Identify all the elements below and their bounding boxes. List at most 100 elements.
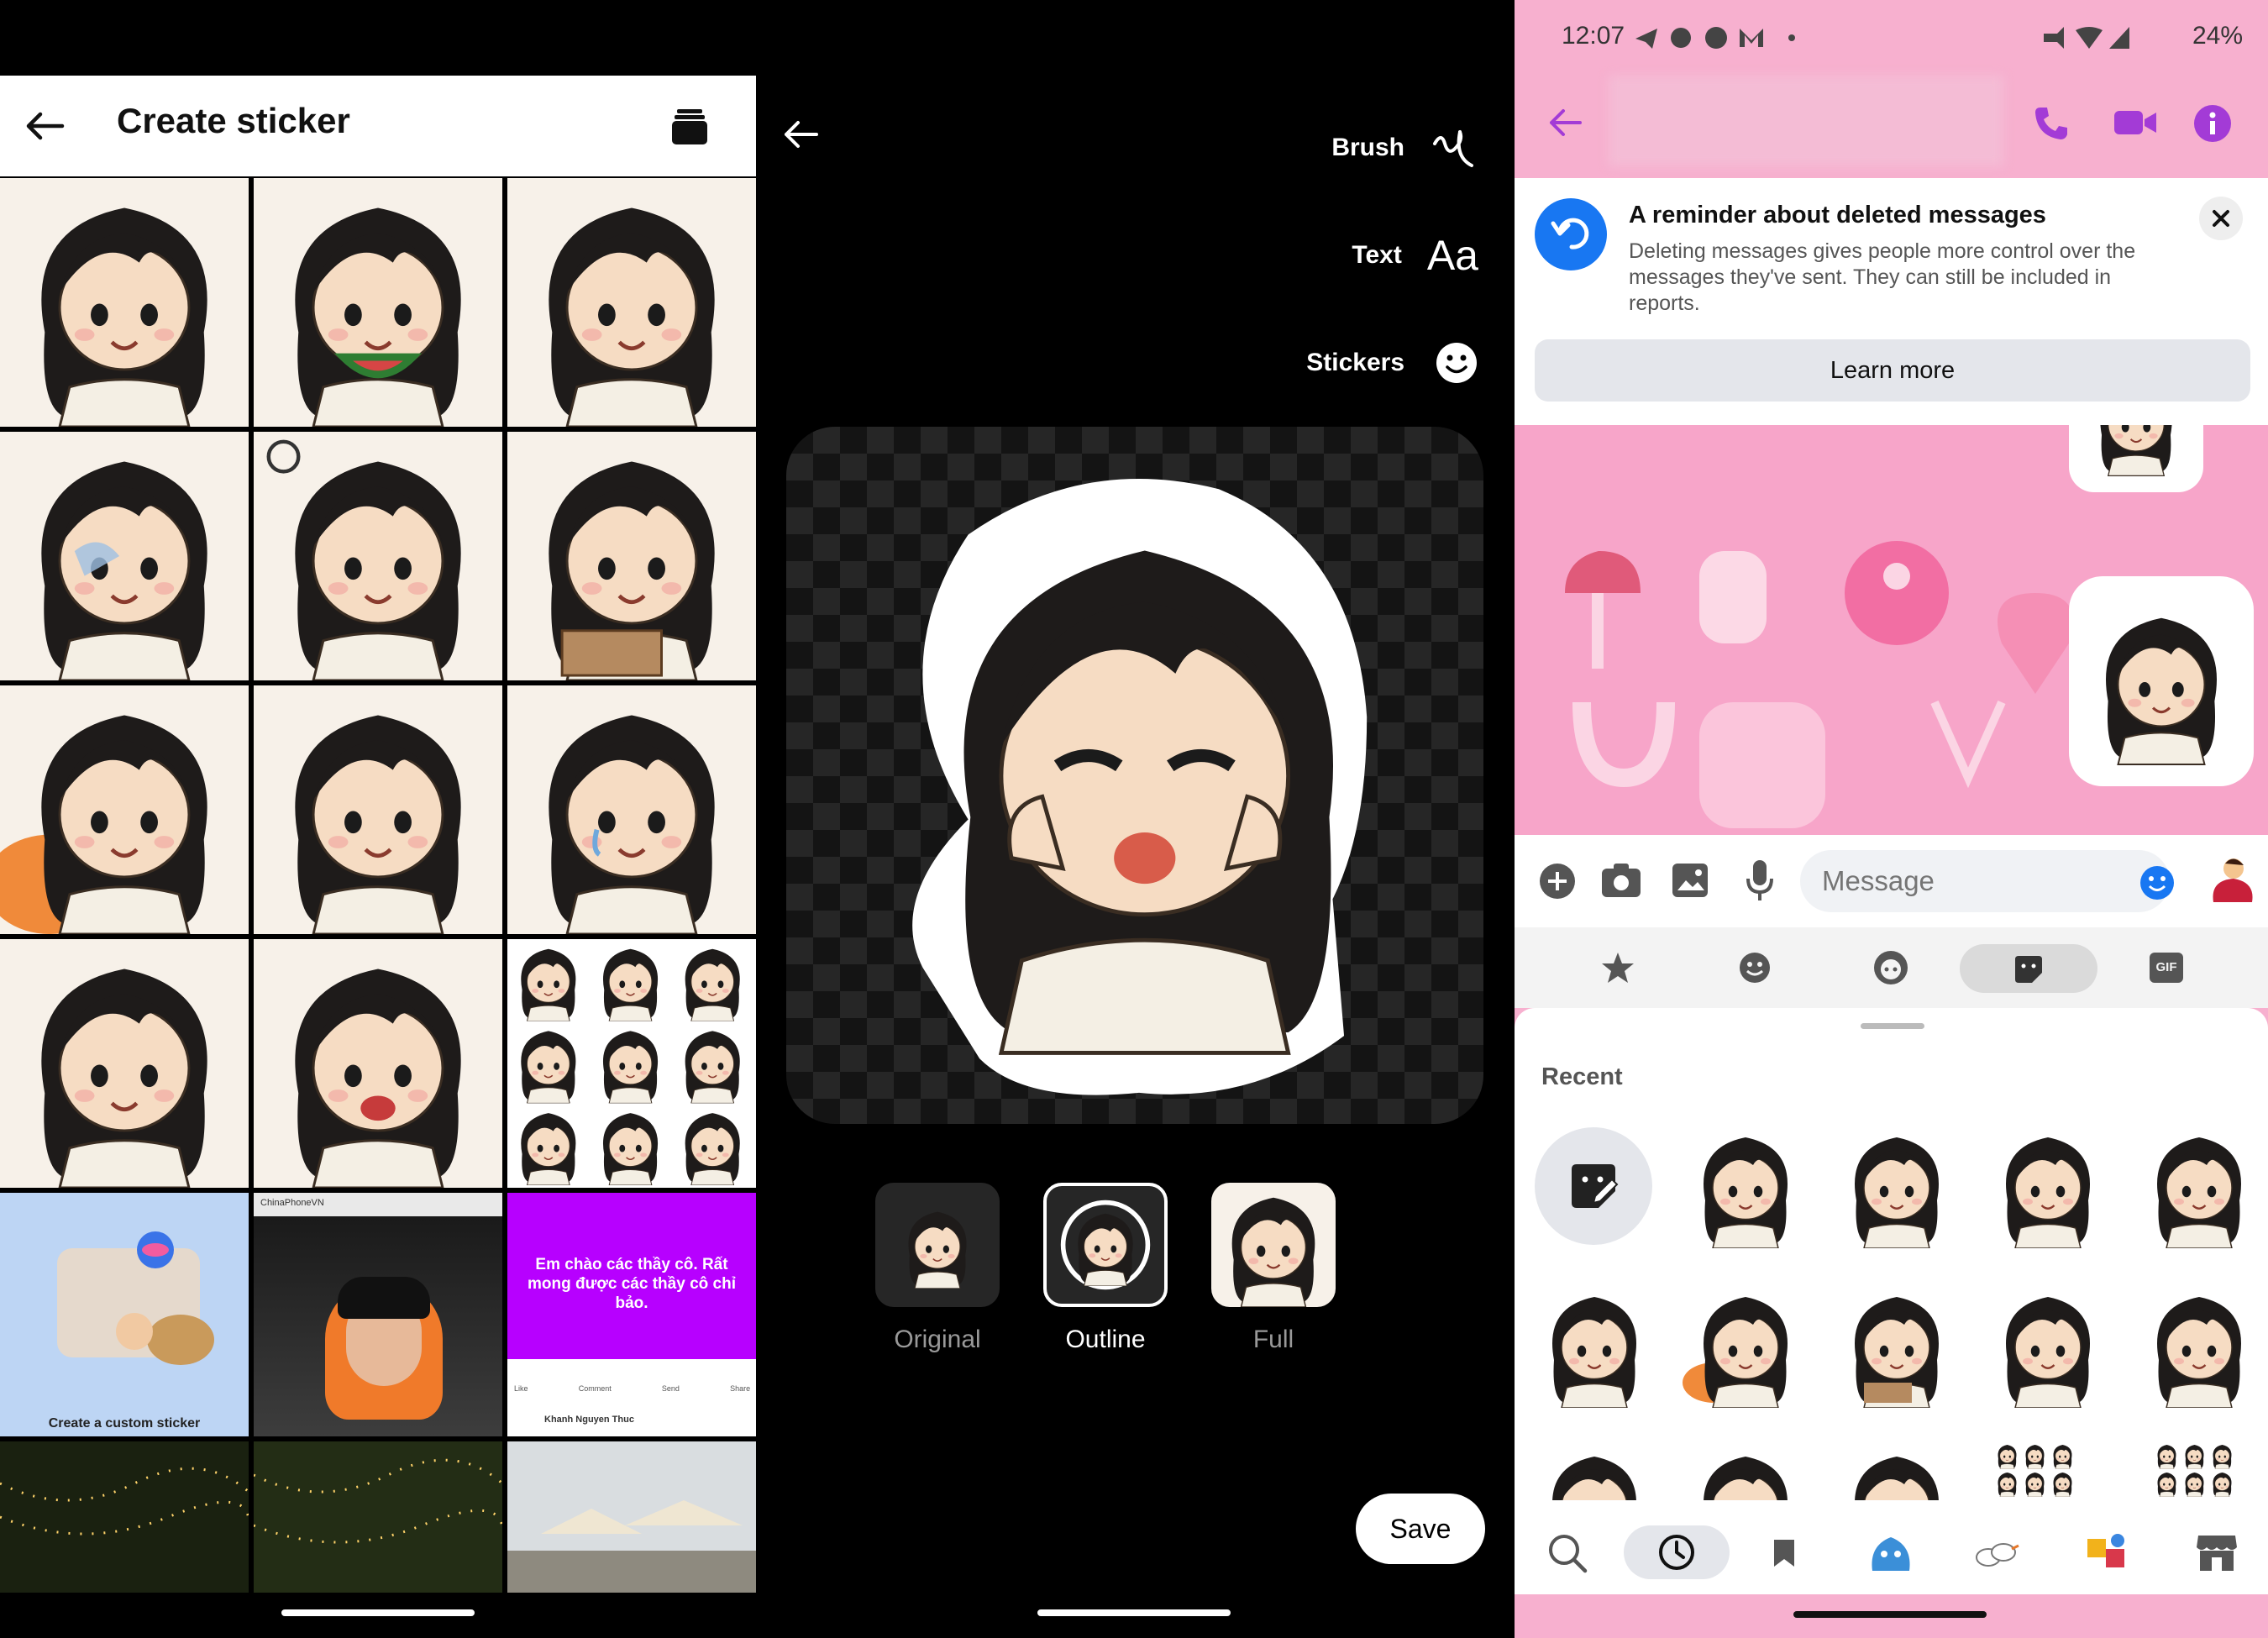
back-arrow-icon[interactable] bbox=[1546, 106, 1583, 139]
sticker-tile[interactable] bbox=[507, 685, 756, 934]
recent-sticker-sheet[interactable] bbox=[1993, 1441, 2077, 1500]
sticker-icon bbox=[2015, 956, 2042, 983]
recent-sticker[interactable] bbox=[1531, 1441, 1657, 1500]
recent-sticker[interactable] bbox=[2136, 1122, 2262, 1248]
string-lights-image bbox=[254, 1458, 502, 1544]
info-icon[interactable] bbox=[2193, 104, 2232, 143]
create-sticker-screen: Create sticker Create a custom sticker C… bbox=[0, 0, 756, 1638]
tray-tab-gif[interactable]: GIF bbox=[2150, 953, 2183, 983]
post-actions: Like Comment Send Share bbox=[514, 1384, 750, 1393]
sticker-tile[interactable] bbox=[254, 939, 502, 1188]
tray-tab-avatar-icon[interactable] bbox=[1872, 949, 1909, 986]
recent-sticker-sheet[interactable] bbox=[2153, 1441, 2237, 1500]
sticker-tray: Recent bbox=[1515, 1008, 2268, 1596]
sticker-tile[interactable] bbox=[507, 178, 756, 427]
status-bar: 12:07 24% bbox=[1515, 0, 2268, 76]
stickers-tool[interactable]: Stickers bbox=[1306, 338, 1478, 388]
string-lights-image bbox=[0, 1467, 249, 1536]
sticker-tray-bottom-nav bbox=[1515, 1512, 2268, 1594]
learn-more-button[interactable]: Learn more bbox=[1535, 339, 2250, 402]
recent-sticker[interactable] bbox=[1834, 1282, 1960, 1408]
sticker-canvas[interactable] bbox=[786, 427, 1483, 1124]
text-post-tile[interactable]: Em chào các thầy cô. Rất mong được các t… bbox=[507, 1193, 756, 1436]
recent-sticker[interactable] bbox=[1683, 1122, 1809, 1248]
option-outline[interactable] bbox=[1043, 1183, 1168, 1307]
option-full[interactable] bbox=[1211, 1183, 1336, 1307]
close-icon[interactable] bbox=[2199, 197, 2243, 240]
sticker-pack-birds-icon[interactable] bbox=[1970, 1527, 2020, 1578]
chat-background bbox=[1515, 425, 2268, 835]
photo-tile[interactable] bbox=[254, 1441, 502, 1593]
undo-icon bbox=[1535, 198, 1607, 270]
sticker-tile[interactable] bbox=[254, 685, 502, 934]
recent-tab-active[interactable] bbox=[1624, 1525, 1730, 1579]
sticker-pack-colorful-icon[interactable] bbox=[2082, 1527, 2133, 1578]
drag-handle[interactable] bbox=[1861, 1023, 1924, 1029]
photo-caption: ChinaPhoneVN bbox=[260, 1198, 324, 1208]
phone-icon[interactable] bbox=[2032, 104, 2071, 143]
post-action-like: Like bbox=[514, 1384, 528, 1393]
recent-sticker[interactable] bbox=[1985, 1122, 2111, 1248]
sticker-tile[interactable] bbox=[254, 178, 502, 427]
brush-tool[interactable]: Brush bbox=[1331, 123, 1478, 173]
recent-sticker[interactable] bbox=[1985, 1282, 2111, 1408]
brush-icon bbox=[1433, 130, 1473, 167]
reminder-body: Deleting messages gives people more cont… bbox=[1629, 239, 2136, 315]
recent-sticker[interactable] bbox=[1834, 1441, 1960, 1500]
recent-sticker[interactable] bbox=[1683, 1282, 1809, 1408]
text-tool[interactable]: Text Aa bbox=[1352, 230, 1478, 281]
sticker-tile[interactable] bbox=[507, 432, 756, 680]
sticker-tile[interactable] bbox=[0, 178, 249, 427]
sticker-stack-icon[interactable] bbox=[672, 108, 707, 144]
sticker-store-icon[interactable] bbox=[2195, 1530, 2239, 1574]
bookmark-icon[interactable] bbox=[1772, 1537, 1797, 1569]
post-text: Em chào các thầy cô. Rất mong được các t… bbox=[528, 1256, 736, 1312]
recent-sticker[interactable] bbox=[1683, 1441, 1809, 1500]
option-original[interactable] bbox=[875, 1183, 1000, 1307]
create-sticker-button[interactable] bbox=[1535, 1127, 1652, 1245]
sticker-tile[interactable] bbox=[0, 939, 249, 1188]
sticker-tile[interactable] bbox=[254, 432, 502, 680]
gallery-icon[interactable] bbox=[1671, 862, 1709, 899]
plus-icon[interactable] bbox=[1538, 862, 1577, 900]
option-full-label: Full bbox=[1252, 1326, 1294, 1353]
home-indicator bbox=[281, 1609, 475, 1616]
sticker-tile[interactable] bbox=[0, 685, 249, 934]
recent-sticker[interactable] bbox=[1531, 1282, 1657, 1408]
tray-tab-star-icon[interactable] bbox=[1600, 951, 1635, 984]
page-title: Create sticker bbox=[117, 101, 350, 140]
post-action-send: Send bbox=[661, 1384, 680, 1393]
signal-icons bbox=[2044, 27, 2129, 49]
recent-sticker[interactable] bbox=[1834, 1122, 1960, 1248]
video-call-icon[interactable] bbox=[2113, 106, 2158, 139]
recent-sticker[interactable] bbox=[2136, 1282, 2262, 1408]
emoji-icon[interactable] bbox=[2139, 865, 2175, 900]
clock-icon bbox=[1659, 1535, 1694, 1570]
back-arrow-icon[interactable] bbox=[781, 118, 820, 151]
photo-tile[interactable]: ChinaPhoneVN bbox=[254, 1193, 502, 1436]
sent-sticker-partial[interactable] bbox=[2069, 425, 2203, 492]
stickers-label: Stickers bbox=[1306, 349, 1404, 376]
photo-tile[interactable] bbox=[507, 1441, 756, 1593]
microphone-icon[interactable] bbox=[1746, 858, 1773, 902]
create-custom-sticker-label: Create a custom sticker bbox=[48, 1416, 201, 1431]
cloud-icon bbox=[137, 1231, 174, 1268]
sticker-tile[interactable] bbox=[0, 432, 249, 680]
theme-emoji-icon[interactable] bbox=[2208, 855, 2257, 907]
sent-sticker[interactable] bbox=[2069, 576, 2254, 786]
message-input[interactable] bbox=[1800, 850, 2170, 912]
back-arrow-icon[interactable] bbox=[24, 109, 66, 143]
save-button[interactable]: Save bbox=[1356, 1494, 1485, 1564]
camera-icon[interactable] bbox=[1600, 862, 1642, 899]
sticker-sheet-tile[interactable] bbox=[507, 939, 756, 1188]
text-aa-icon: Aa bbox=[1426, 232, 1478, 279]
sticker-edit-icon bbox=[1572, 1164, 1619, 1208]
photo-tile[interactable] bbox=[0, 1441, 249, 1593]
tray-tab-emoji-icon[interactable] bbox=[1738, 951, 1772, 984]
sticker-pack-blob-icon[interactable] bbox=[1867, 1529, 1914, 1576]
contact-name-blurred[interactable] bbox=[1609, 76, 2003, 166]
create-custom-sticker-tile[interactable]: Create a custom sticker bbox=[0, 1193, 249, 1436]
tray-tab-sticker-active[interactable] bbox=[1960, 944, 2097, 993]
message-composer bbox=[1515, 835, 2268, 927]
search-icon[interactable] bbox=[1546, 1532, 1588, 1574]
